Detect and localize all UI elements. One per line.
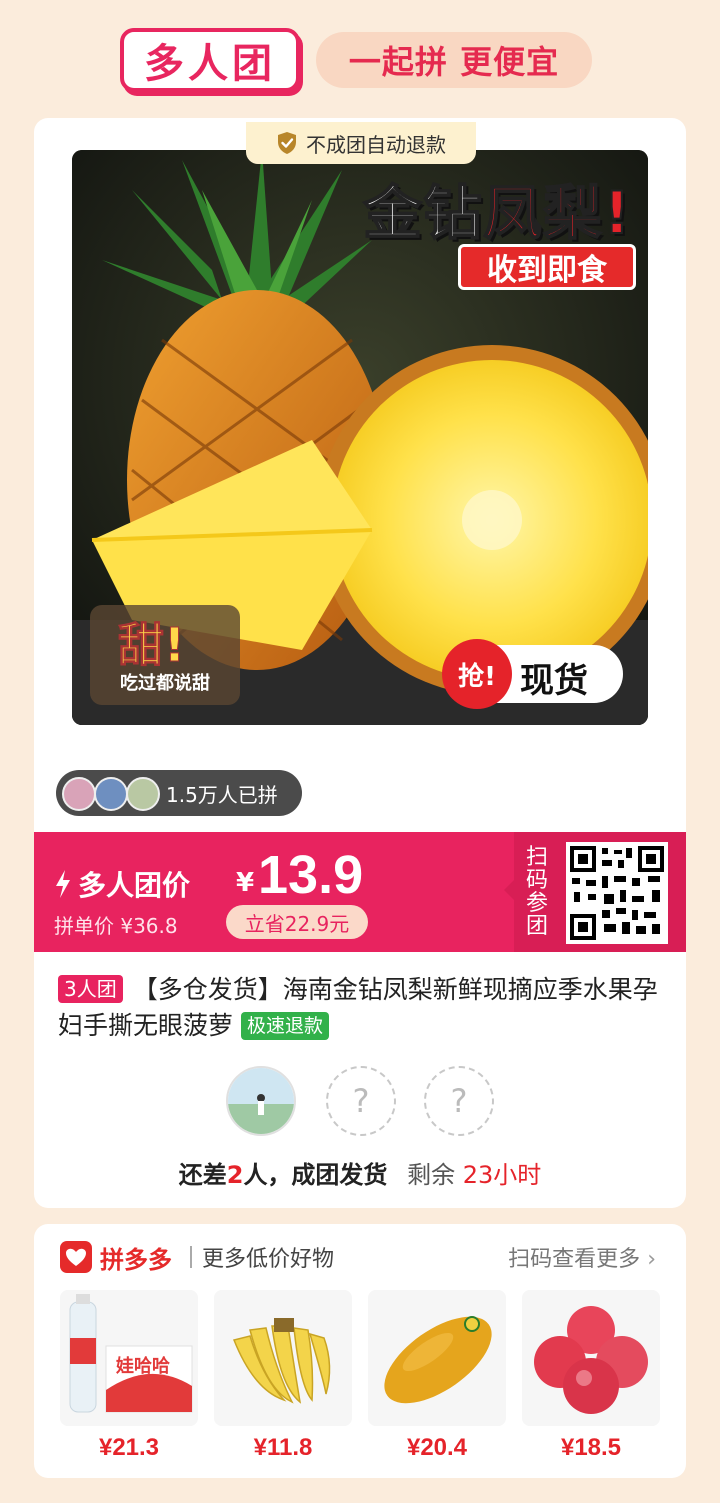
- rec-thumb-apples: [522, 1290, 660, 1426]
- scan-more-text: 扫码查看更多: [508, 1247, 641, 1272]
- member-avatar: [226, 1066, 296, 1136]
- rec-price: ¥21.3: [98, 1434, 160, 1461]
- lightning-icon: [56, 870, 70, 898]
- image-title-white: 金钻: [363, 178, 484, 248]
- status-prefix: 还差: [178, 1161, 227, 1189]
- pinduoduo-logo-icon: [60, 1241, 92, 1273]
- image-title: 金钻凤梨!: [363, 166, 632, 250]
- status-suffix: 人，成团发货: [243, 1161, 388, 1189]
- joined-avatars: [62, 775, 162, 811]
- rec-item-water[interactable]: 娃哈哈 ¥21.3: [60, 1290, 198, 1464]
- scan-more-link[interactable]: 扫码查看更多 ›: [508, 1241, 656, 1273]
- image-tag: 收到即食: [458, 244, 636, 290]
- rec-thumb-bananas: [214, 1290, 352, 1426]
- save-amount-badge: 立省22.9元: [226, 905, 368, 939]
- joined-count-pill: 1.5万人已拼: [56, 770, 302, 816]
- rec-subtitle: 更多低价好物: [202, 1247, 335, 1272]
- group-price-text: 多人团价: [78, 869, 191, 902]
- price-bar: 多人团价 ¥ 13.9 拼单价 ¥36.8 立省22.9元 扫码参团: [34, 832, 686, 952]
- avatar: [126, 777, 160, 811]
- remaining-time: 23小时: [462, 1161, 542, 1189]
- member-avatar-image: [228, 1068, 294, 1134]
- group-size-tag: 3人团: [58, 975, 123, 1003]
- auto-refund-label: 不成团自动退款: [306, 132, 446, 157]
- empty-member-slot: ?: [326, 1066, 396, 1136]
- product-title: 【多仓发货】海南金钻凤梨新鲜现摘应季水果孕妇手撕无眼菠萝: [58, 975, 658, 1040]
- avatar: [62, 777, 96, 811]
- grab-fire-icon: 抢!: [442, 639, 512, 709]
- in-stock-badge: 抢! 现货: [442, 639, 623, 709]
- qr-code[interactable]: [566, 842, 668, 944]
- scan-to-join-panel[interactable]: 扫码参团: [504, 832, 686, 952]
- rec-thumb-water: 娃哈哈: [60, 1290, 198, 1426]
- header: 多人团 一起拼 更便宜: [0, 0, 720, 118]
- remaining-label: 剩余: [407, 1161, 456, 1189]
- avatar: [94, 777, 128, 811]
- sweet-small-text: 吃过都说甜: [120, 673, 210, 694]
- group-price-value: 13.9: [258, 845, 364, 905]
- auto-refund-tab: 不成团自动退款: [246, 122, 476, 164]
- chevron-right-icon: ›: [647, 1247, 656, 1272]
- status-count: 2: [226, 1161, 244, 1189]
- shield-check-icon: [278, 132, 296, 154]
- divider: [190, 1246, 192, 1268]
- image-title-red: 凤梨!: [483, 178, 632, 248]
- single-price: 拼单价 ¥36.8: [54, 914, 178, 938]
- product-title-block[interactable]: 3人团 【多仓发货】海南金钻凤梨新鲜现摘应季水果孕妇手撕无眼菠萝 极速退款: [58, 972, 658, 1044]
- rec-price: ¥11.8: [253, 1434, 313, 1461]
- group-status-line: 还差2人，成团发货 剩余 23小时: [0, 1155, 720, 1190]
- water-image: 娃哈哈: [60, 1290, 198, 1426]
- group-price-label: 多人团价: [54, 864, 190, 904]
- in-stock-text: 现货: [520, 661, 588, 701]
- group-members: ? ?: [226, 1066, 496, 1136]
- recommendation-card: 拼多多 更多低价好物 扫码查看更多 › 娃哈哈 ¥21.3 ¥11.8 ¥20.…: [34, 1224, 686, 1478]
- rec-item-apples[interactable]: ¥18.5: [522, 1290, 660, 1464]
- product-image[interactable]: 金钻凤梨! 收到即食 甜! 吃过都说甜 抢! 现货: [72, 150, 648, 725]
- empty-member-slot: ?: [424, 1066, 494, 1136]
- scan-to-join-label: 扫码参团: [525, 845, 548, 939]
- sweet-badge: 甜! 吃过都说甜: [90, 605, 240, 705]
- apples-image: [522, 1290, 660, 1426]
- price-currency: ¥: [236, 868, 255, 898]
- fast-refund-tag: 极速退款: [241, 1012, 330, 1040]
- brand-badge: 多人团: [120, 28, 300, 92]
- rec-price: ¥20.4: [406, 1434, 468, 1461]
- sweet-big-text: 甜!: [118, 618, 186, 673]
- rec-item-mango[interactable]: ¥20.4: [368, 1290, 506, 1464]
- water-box-logo: 娃哈哈: [115, 1355, 170, 1376]
- bananas-image: [214, 1290, 352, 1426]
- rec-thumb-mango: [368, 1290, 506, 1426]
- rec-brand: 拼多多: [100, 1246, 172, 1274]
- slogan-pill: 一起拼 更便宜: [316, 32, 592, 88]
- rec-price: ¥18.5: [560, 1434, 622, 1461]
- joined-count-text: 1.5万人已拼: [166, 782, 278, 807]
- mango-image: [368, 1290, 506, 1426]
- rec-item-bananas[interactable]: ¥11.8: [214, 1290, 352, 1464]
- qr-notch: [504, 880, 514, 900]
- qr-code-graphic: [570, 846, 664, 940]
